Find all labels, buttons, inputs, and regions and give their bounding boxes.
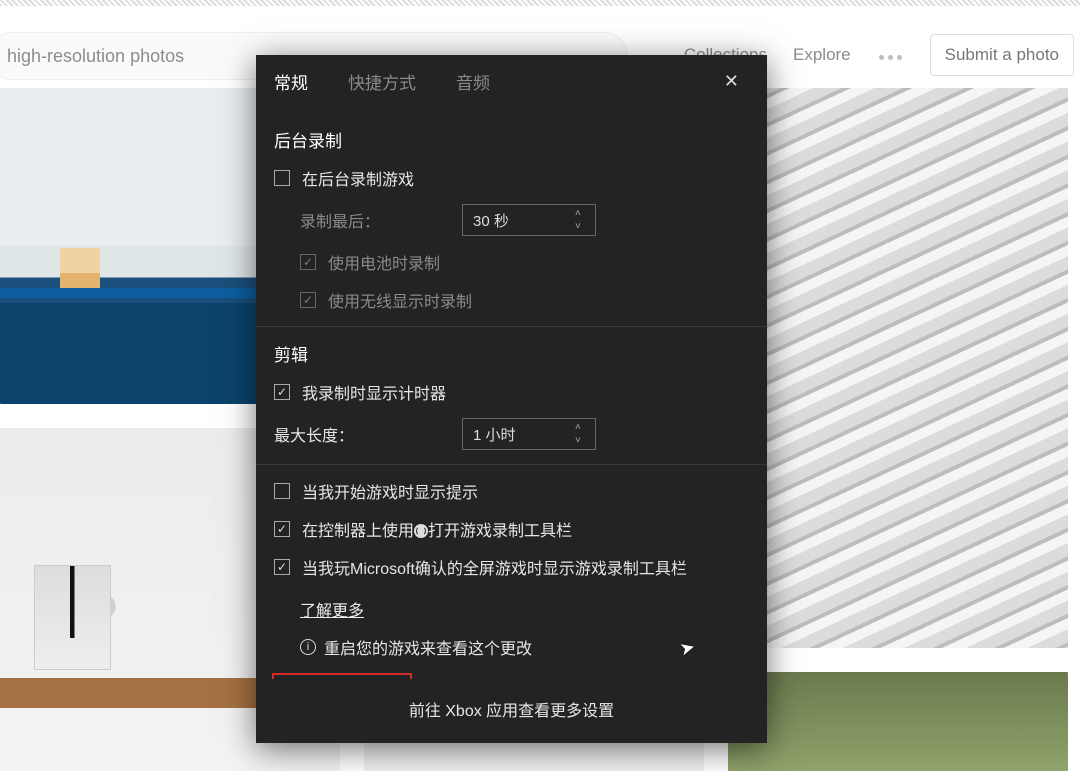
dialog-body: 后台录制 在后台录制游戏 录制最后： 30 秒 ˄˅ 使用电池时录制 使用无线显…: [256, 107, 767, 679]
chk-wireless-display-label: 使用无线显示时录制: [328, 288, 472, 312]
topbar: high-resolution photos Collections Explo…: [0, 6, 1080, 62]
max-length-label: 最大长度：: [274, 422, 450, 446]
max-length-value: 1 小时: [473, 424, 516, 445]
chk-show-timer[interactable]: 我录制时显示计时器: [274, 380, 749, 404]
checkbox-icon: [274, 384, 290, 400]
checkbox-icon: [274, 170, 290, 186]
tab-general[interactable]: 常规: [274, 69, 308, 94]
chk-show-tips-label: 当我开始游戏时显示提示: [302, 479, 478, 503]
dialog-tabs: 常规 快捷方式 音频 ✕: [256, 55, 767, 107]
learn-more-link[interactable]: 了解更多: [300, 597, 364, 621]
restart-info: i 重启您的游戏来查看这个更改: [300, 635, 749, 659]
spinner-arrows-icon: ˄˅: [575, 208, 589, 232]
tab-shortcut[interactable]: 快捷方式: [348, 69, 416, 94]
chk-ms-fullscreen[interactable]: 当我玩Microsoft确认的全屏游戏时显示游戏录制工具栏: [274, 555, 749, 579]
bg-record-subgroup: 录制最后： 30 秒 ˄˅ 使用电池时录制 使用无线显示时录制: [274, 204, 749, 312]
section-bg-record-title: 后台录制: [274, 127, 749, 152]
max-length-row: 最大长度： 1 小时 ˄˅: [274, 418, 749, 450]
chk-controller-open[interactable]: 在控制器上使用打开游戏录制工具栏: [274, 517, 749, 541]
restart-info-text: 重启您的游戏来查看这个更改: [324, 635, 532, 659]
record-last-label: 录制最后：: [300, 208, 450, 232]
close-button[interactable]: ✕: [714, 65, 749, 98]
chk-wireless-display[interactable]: 使用无线显示时录制: [300, 288, 749, 312]
chk-show-tips[interactable]: 当我开始游戏时显示提示: [274, 479, 749, 503]
chk-show-timer-label: 我录制时显示计时器: [302, 380, 446, 404]
info-icon: i: [300, 639, 316, 655]
checkbox-icon: [274, 483, 290, 499]
record-last-value: 30 秒: [473, 210, 509, 231]
record-last-row: 录制最后： 30 秒 ˄˅: [300, 204, 749, 236]
search-placeholder: high-resolution photos: [7, 46, 184, 67]
xbox-icon: [414, 524, 428, 538]
checkbox-icon: [274, 559, 290, 575]
spinner-arrows-icon: ˄˅: [575, 422, 589, 446]
divider: [256, 326, 767, 327]
dialog-footer-link[interactable]: 前往 Xbox 应用查看更多设置: [256, 679, 767, 743]
grid-col-right: [728, 88, 1068, 771]
photo-greenhouse[interactable]: [728, 672, 1068, 771]
checkbox-icon: [300, 292, 316, 308]
photo-lines[interactable]: [728, 88, 1068, 648]
checkbox-icon: [274, 521, 290, 537]
record-last-spinner[interactable]: 30 秒 ˄˅: [462, 204, 596, 236]
section-clip-title: 剪辑: [274, 341, 749, 366]
checkbox-icon: [300, 254, 316, 270]
submit-photo-button[interactable]: Submit a photo: [930, 34, 1074, 76]
chk-on-battery-label: 使用电池时录制: [328, 250, 440, 274]
gamebar-settings-dialog: 常规 快捷方式 音频 ✕ 后台录制 在后台录制游戏 录制最后： 30 秒 ˄˅ …: [256, 55, 767, 743]
tab-audio[interactable]: 音频: [456, 69, 490, 94]
chk-controller-open-label: 在控制器上使用打开游戏录制工具栏: [302, 517, 572, 541]
nav-explore[interactable]: Explore: [793, 45, 851, 65]
more-icon[interactable]: [877, 45, 904, 65]
chk-record-in-bg[interactable]: 在后台录制游戏: [274, 166, 749, 190]
chk-ms-fullscreen-label: 当我玩Microsoft确认的全屏游戏时显示游戏录制工具栏: [302, 555, 687, 579]
chk-on-battery[interactable]: 使用电池时录制: [300, 250, 749, 274]
divider: [256, 464, 767, 465]
max-length-spinner[interactable]: 1 小时 ˄˅: [462, 418, 596, 450]
chk-record-in-bg-label: 在后台录制游戏: [302, 166, 414, 190]
